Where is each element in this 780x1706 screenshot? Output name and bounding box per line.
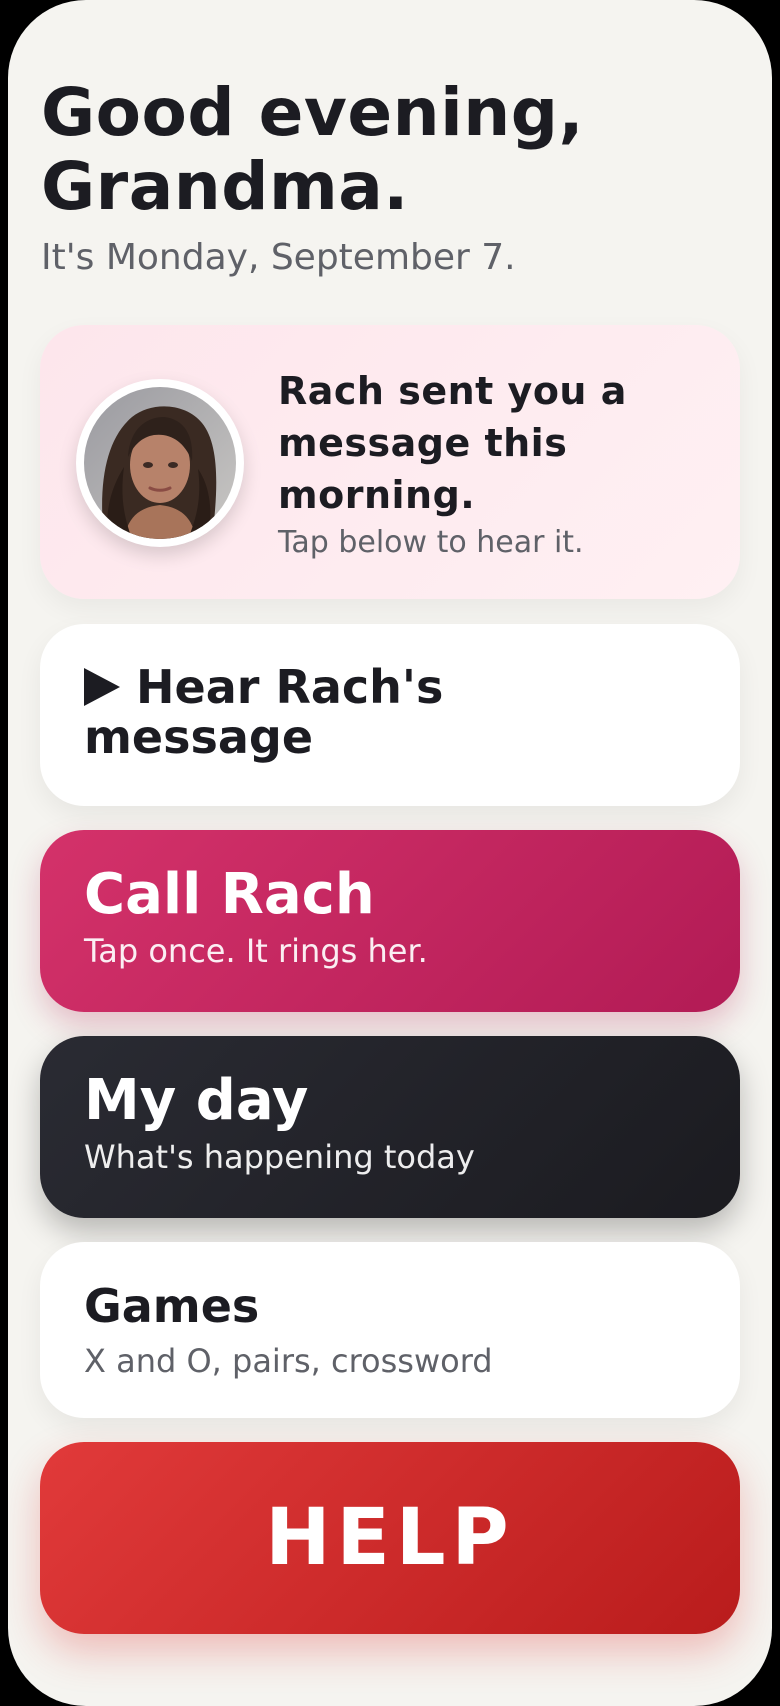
call-rach-button[interactable]: Call Rach Tap once. It rings her.	[40, 830, 740, 1012]
message-title: Rach sent you a message this morning.	[278, 369, 627, 517]
my-day-subtitle: What's happening today	[84, 1138, 475, 1176]
play-icon	[84, 668, 120, 706]
date-text: It's Monday, September 7.	[41, 237, 516, 278]
message-notification-card[interactable]: Rach sent you a message this morning. Ta…	[40, 325, 740, 599]
help-label: HELP	[265, 1493, 515, 1583]
call-title: Call Rach	[84, 862, 375, 927]
home-screen: Good evening, Grandma. It's Monday, Sept…	[8, 0, 772, 1706]
my-day-button[interactable]: My day What's happening today	[40, 1036, 740, 1218]
my-day-title: My day	[84, 1068, 309, 1133]
games-title: Games	[84, 1279, 260, 1333]
call-subtitle: Tap once. It rings her.	[84, 932, 428, 970]
hear-message-button[interactable]: Hear Rach's message	[40, 624, 740, 806]
hear-message-label: Hear Rach's message	[84, 660, 444, 764]
message-subtitle: Tap below to hear it.	[278, 525, 584, 560]
contact-photo-image	[84, 387, 236, 539]
hear-message-label-wrap: Hear Rach's message	[84, 662, 684, 762]
games-button[interactable]: Games X and O, pairs, crossword	[40, 1242, 740, 1418]
device-frame: Good evening, Grandma. It's Monday, Sept…	[0, 0, 780, 1706]
games-subtitle: X and O, pairs, crossword	[84, 1342, 493, 1380]
help-button[interactable]: HELP	[40, 1442, 740, 1634]
contact-photo-rach	[84, 387, 236, 539]
avatar	[76, 379, 244, 547]
greeting-heading: Good evening, Grandma.	[41, 74, 585, 225]
